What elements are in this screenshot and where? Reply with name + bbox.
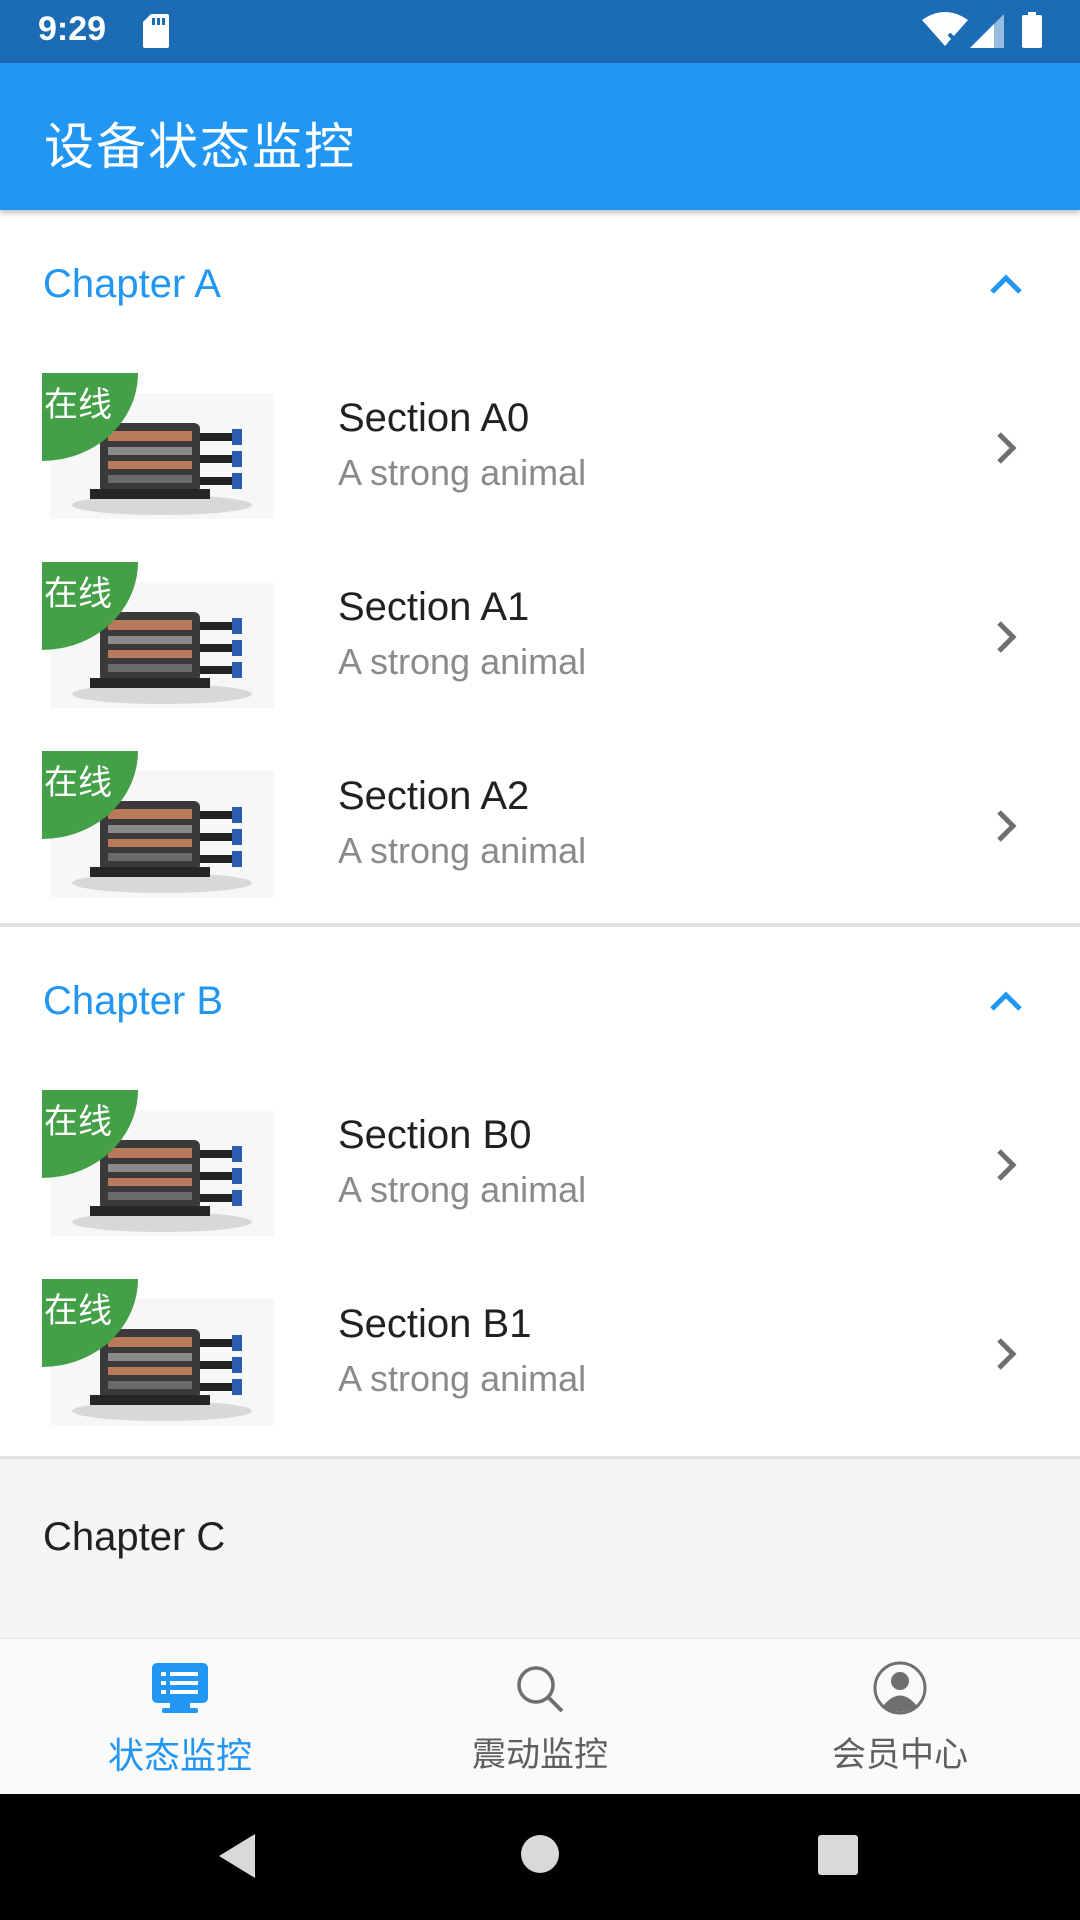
chapter-b: Chapter B 在线 Section B0 A strong animal … [0,927,1080,1459]
item-subtitle: A strong animal [338,1169,587,1210]
monitor-list-icon [152,1663,208,1713]
back-icon[interactable] [215,1832,259,1880]
list-item[interactable]: 在线 Section B1 A strong animal [0,1266,1080,1455]
item-title: Section B0 [338,1113,532,1157]
chevron-right-icon[interactable] [995,428,1019,468]
system-navigation-bar [0,1794,1080,1920]
item-subtitle: A strong animal [338,830,587,871]
item-subtitle: A strong animal [338,1358,587,1399]
chapter-title: Chapter B [43,979,224,1023]
chapter-list[interactable]: Chapter A 在线 Section A0 A strong animal … [0,210,1080,1638]
chevron-up-icon[interactable] [988,989,1024,1013]
nav-item-vibration-monitor[interactable]: 震动监控 [360,1639,720,1795]
badge-label: 在线 [44,763,112,803]
bottom-navigation: 状态监控 震动监控 会员中心 [0,1638,1080,1794]
device-thumbnail: 在线 [42,1090,278,1240]
chevron-right-icon[interactable] [995,617,1019,657]
chapter-b-header[interactable]: Chapter B [0,927,1080,1077]
sd-card-icon [143,14,169,48]
chapter-title: Chapter C [43,1515,226,1559]
chevron-right-icon[interactable] [995,806,1019,846]
device-thumbnail: 在线 [42,562,278,712]
status-time: 9:29 [38,10,107,48]
item-subtitle: A strong animal [338,452,587,493]
search-icon [517,1666,564,1713]
page-title: 设备状态监控 [44,118,356,176]
nav-item-member-center[interactable]: 会员中心 [720,1639,1080,1795]
badge-label: 在线 [44,1102,112,1142]
item-title: Section A1 [338,585,530,629]
nav-label: 震动监控 [472,1735,608,1775]
home-icon[interactable] [520,1834,560,1874]
battery-icon [1022,12,1042,48]
nav-label: 状态监控 [107,1736,252,1777]
chapter-a-header[interactable]: Chapter A [0,210,1080,360]
chevron-right-icon[interactable] [995,1334,1019,1374]
list-item[interactable]: 在线 Section B0 A strong animal [0,1077,1080,1266]
nav-item-status-monitor[interactable]: 状态监控 [0,1639,360,1795]
item-subtitle: A strong animal [338,641,587,682]
list-item[interactable]: 在线 Section A0 A strong animal [0,360,1080,549]
wifi-icon [922,12,968,46]
device-thumbnail: 在线 [42,373,278,523]
badge-label: 在线 [44,385,112,425]
status-bar: 9:29 [0,0,1080,63]
chevron-up-icon[interactable] [988,272,1024,296]
chevron-right-icon[interactable] [995,1145,1019,1185]
badge-label: 在线 [44,1291,112,1331]
item-title: Section A2 [338,774,530,818]
account-icon [873,1661,927,1715]
badge-label: 在线 [44,574,112,614]
signal-icon [970,14,1004,48]
item-title: Section B1 [338,1302,532,1346]
list-item[interactable]: 在线 Section A1 A strong animal [0,549,1080,738]
chapter-a: Chapter A 在线 Section A0 A strong animal … [0,210,1080,927]
app-bar: 设备状态监控 [0,63,1080,210]
device-thumbnail: 在线 [42,1279,278,1429]
nav-label: 会员中心 [832,1735,968,1775]
device-thumbnail: 在线 [42,751,278,901]
item-title: Section A0 [338,396,530,440]
list-item[interactable]: 在线 Section A2 A strong animal [0,738,1080,927]
recent-apps-icon[interactable] [817,1834,859,1876]
chapter-title: Chapter A [43,262,221,306]
chapter-c-header[interactable]: Chapter C [0,1459,1080,1638]
